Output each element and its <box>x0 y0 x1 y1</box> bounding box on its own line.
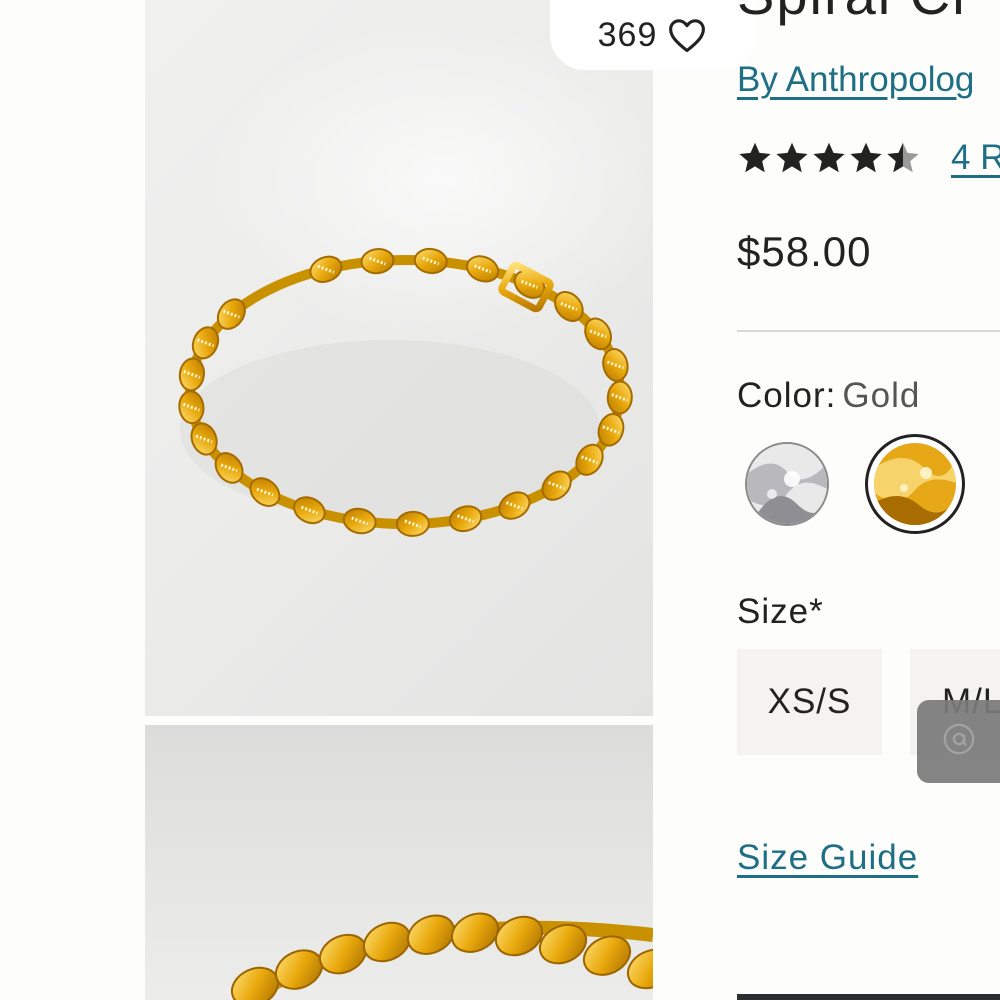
color-swatch-silver[interactable] <box>745 442 829 526</box>
like-button[interactable]: 369 <box>550 0 755 70</box>
star-full-icon <box>774 140 810 176</box>
product-photo-main[interactable] <box>145 0 653 716</box>
product-price: $58.00 <box>737 228 872 275</box>
bracelet-closeup-coils <box>230 912 653 1000</box>
size-guide-link[interactable]: Size Guide <box>737 838 918 878</box>
add-to-bag-bar-edge <box>737 994 1000 1000</box>
divider <box>737 330 1000 332</box>
color-swatch-gold[interactable] <box>865 434 965 534</box>
brand-link[interactable]: By Anthropolog <box>737 60 974 100</box>
floating-assistant-button[interactable] <box>917 700 1000 783</box>
reviews-link[interactable]: 4 R <box>951 138 1000 178</box>
product-title: Spiral Cr <box>737 0 973 27</box>
like-count: 369 <box>597 15 658 54</box>
product-photo-secondary[interactable] <box>145 725 653 1000</box>
bracelet-image <box>178 20 653 537</box>
color-label: Color: <box>737 376 837 415</box>
heart-outline-icon <box>667 17 707 53</box>
selected-color: Gold <box>842 376 921 415</box>
star-full-icon <box>811 140 847 176</box>
star-full-icon <box>848 140 884 176</box>
star-rating <box>737 140 921 176</box>
product-gallery: 369 <box>145 0 755 1000</box>
rating-row: 4 R <box>737 138 1000 178</box>
product-info: Spiral Cr By Anthropolog 4 R $58.00 Colo… <box>737 0 1000 1000</box>
bracelet-coil <box>494 915 544 957</box>
size-option-xs-s[interactable]: XS/S <box>737 649 882 755</box>
bracelet-coil <box>230 966 280 1000</box>
star-half-icon <box>885 140 921 176</box>
bracelet-closeup-image <box>230 912 653 1000</box>
bracelet-coil <box>318 933 368 975</box>
bracelet-coil <box>450 912 500 953</box>
star-full-icon <box>737 140 773 176</box>
color-selector-label: Color: Gold <box>737 376 920 416</box>
at-sign-icon <box>942 722 976 761</box>
size-label: Size* <box>737 592 824 631</box>
